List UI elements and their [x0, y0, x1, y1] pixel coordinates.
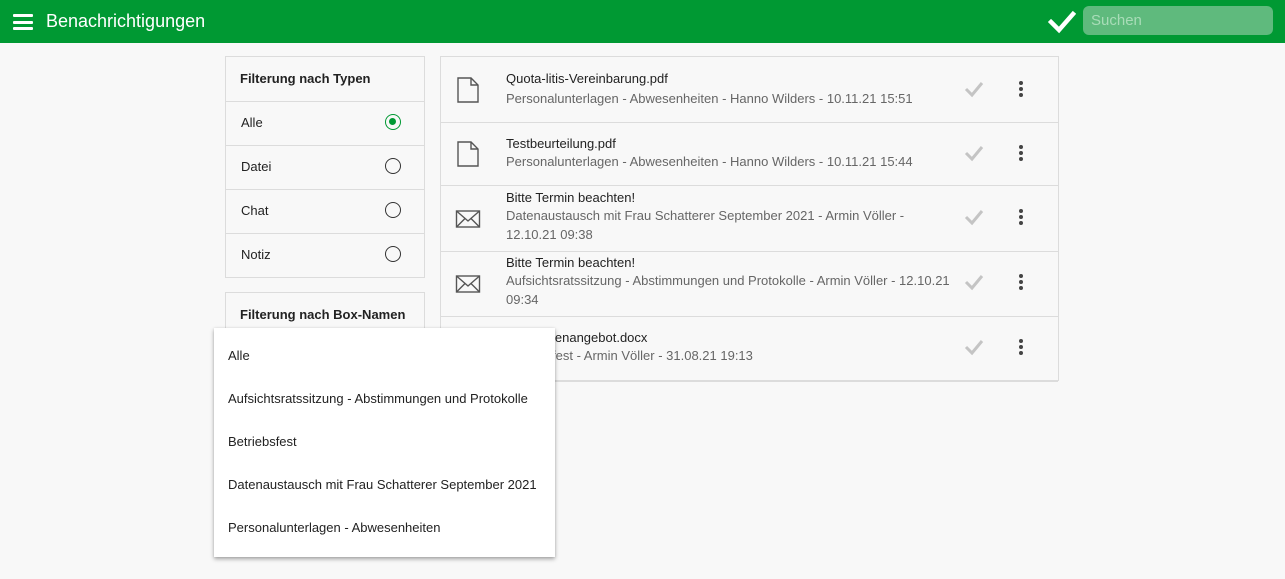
- dropdown-option-datenaustausch[interactable]: Datenaustausch mit Frau Schatterer Septe…: [228, 477, 537, 493]
- mark-read-check-icon[interactable]: [964, 80, 984, 98]
- dropdown-option-personalunterlagen[interactable]: Personalunterlagen - Abwesenheiten: [228, 520, 440, 536]
- page-title: Benachrichtigungen: [46, 11, 206, 31]
- type-option-label: Chat: [241, 203, 269, 218]
- notification-subtitle: Personalunterlagen - Abwesenheiten - Han…: [506, 154, 913, 169]
- checkmark-icon[interactable]: [1048, 9, 1076, 35]
- notification-title: Bitte Termin beachten!: [506, 190, 636, 205]
- type-option-notiz[interactable]: Notiz: [226, 234, 424, 277]
- type-option-label: Notiz: [241, 247, 271, 262]
- top-app-bar: Benachrichtigungen: [0, 0, 1285, 43]
- notification-title: Bitte Termin beachten!: [506, 255, 636, 270]
- type-option-label: Alle: [241, 115, 263, 130]
- notification-item[interactable]: Testbeurteilung.pdf Personalunterlagen -…: [441, 122, 1058, 186]
- document-icon: [457, 141, 479, 167]
- type-option-datei[interactable]: Datei: [226, 146, 424, 190]
- type-option-label: Datei: [241, 159, 272, 174]
- notification-title: Quota-litis-Vereinbarung.pdf: [506, 71, 668, 86]
- mark-read-check-icon[interactable]: [964, 338, 984, 356]
- notification-item[interactable]: Bitte Termin beachten! Datenaustausch mi…: [441, 186, 1058, 252]
- notification-subtitle: Personalunterlagen - Abwesenheiten - Han…: [506, 91, 913, 106]
- mark-read-check-icon[interactable]: [964, 144, 984, 162]
- box-name-dropdown-menu: Alle Aufsichtsratssitzung - Abstimmungen…: [214, 328, 555, 557]
- more-options-icon[interactable]: [1013, 81, 1029, 101]
- envelope-icon: [455, 275, 481, 293]
- notification-item[interactable]: Bitte Termin beachten! Aufsichtsratssitz…: [441, 251, 1058, 317]
- dropdown-option-betriebsfest[interactable]: Betriebsfest: [228, 434, 297, 450]
- notification-subtitle: Aufsichtsratssitzung - Abstimmungen und …: [506, 273, 950, 307]
- radio-unchecked-icon[interactable]: [385, 202, 401, 218]
- more-options-icon[interactable]: [1013, 145, 1029, 165]
- more-options-icon[interactable]: [1013, 274, 1029, 294]
- envelope-icon: [455, 210, 481, 228]
- mark-read-check-icon[interactable]: [964, 208, 984, 226]
- radio-checked-icon[interactable]: [385, 114, 401, 130]
- mark-read-check-icon[interactable]: [964, 273, 984, 291]
- radio-unchecked-icon[interactable]: [385, 246, 401, 262]
- radio-unchecked-icon[interactable]: [385, 158, 401, 174]
- notification-subtitle: fest - Armin Völler - 31.08.21 19:13: [552, 348, 753, 363]
- notification-title: ienangebot.docx: [552, 330, 648, 345]
- more-options-icon[interactable]: [1013, 209, 1029, 229]
- dropdown-option-aufsichtsratssitzung[interactable]: Aufsichtsratssitzung - Abstimmungen und …: [228, 391, 528, 407]
- type-filter-title: Filterung nach Typen: [226, 57, 424, 102]
- search-input[interactable]: [1083, 6, 1273, 35]
- notification-subtitle: Datenaustausch mit Frau Schatterer Septe…: [506, 208, 905, 242]
- dropdown-option-alle[interactable]: Alle: [228, 348, 250, 364]
- type-option-chat[interactable]: Chat: [226, 190, 424, 234]
- type-filter-panel: Filterung nach Typen Alle Datei Chat Not…: [225, 56, 425, 278]
- notification-title: Testbeurteilung.pdf: [506, 136, 616, 151]
- document-icon: [457, 77, 479, 103]
- type-option-alle[interactable]: Alle: [226, 102, 424, 146]
- more-options-icon[interactable]: [1013, 339, 1029, 359]
- notification-item[interactable]: Quota-litis-Vereinbarung.pdf Personalunt…: [441, 57, 1058, 123]
- hamburger-menu-icon[interactable]: [13, 14, 33, 30]
